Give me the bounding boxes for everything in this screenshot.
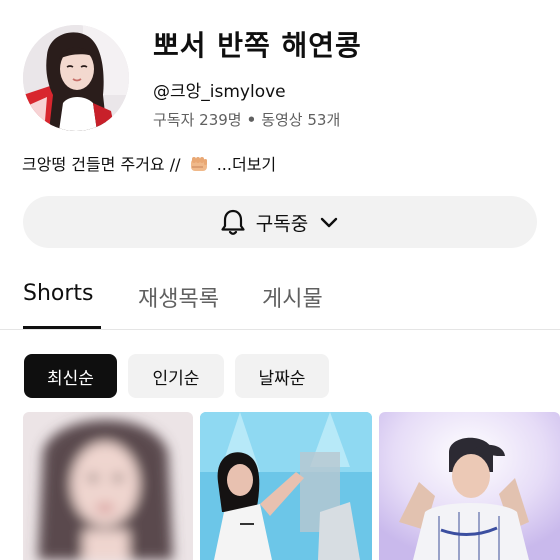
subscribed-button[interactable]: 구독중 <box>23 196 537 248</box>
description-text: 크앙떵 건들면 주거요 // <box>22 155 181 174</box>
video-count: 동영상 53개 <box>261 111 341 129</box>
subscriber-count: 구독자 239명 <box>153 111 242 129</box>
subscribed-label: 구독중 <box>255 212 309 235</box>
sort-chips: 최신순 인기순 날짜순 <box>0 354 560 400</box>
chip-latest[interactable]: 최신순 <box>24 354 117 398</box>
fist-emoji-icon <box>189 155 209 173</box>
bell-icon <box>220 208 246 236</box>
tab-posts[interactable]: 게시물 <box>262 281 323 313</box>
channel-stats: 구독자 239명 • 동영상 53개 <box>153 109 340 130</box>
chevron-down-icon <box>318 211 340 233</box>
short-thumbnail[interactable] <box>200 412 372 560</box>
channel-name: 뽀서 반쪽 해연콩 <box>153 29 362 62</box>
channel-header: 뽀서 반쪽 해연콩 @크앙_ismylove 구독자 239명 • 동영상 53개 <box>0 0 560 145</box>
shorts-grid <box>0 412 560 560</box>
chip-popular[interactable]: 인기순 <box>128 354 224 398</box>
short-thumbnail[interactable] <box>23 412 193 560</box>
description-more-link[interactable]: ...더보기 <box>217 155 276 174</box>
active-tab-indicator <box>23 326 101 329</box>
short-thumbnail[interactable] <box>379 412 560 560</box>
stats-separator: • <box>246 111 257 129</box>
channel-avatar[interactable] <box>23 25 129 131</box>
channel-description[interactable]: 크앙떵 건들면 주거요 // ...더보기 <box>22 151 276 175</box>
channel-handle: @크앙_ismylove <box>153 82 286 102</box>
tab-shorts[interactable]: Shorts <box>23 281 94 306</box>
tab-playlists[interactable]: 재생목록 <box>138 281 219 313</box>
chip-by-date[interactable]: 날짜순 <box>235 354 329 398</box>
channel-tabs: Shorts 재생목록 게시물 <box>0 266 560 330</box>
